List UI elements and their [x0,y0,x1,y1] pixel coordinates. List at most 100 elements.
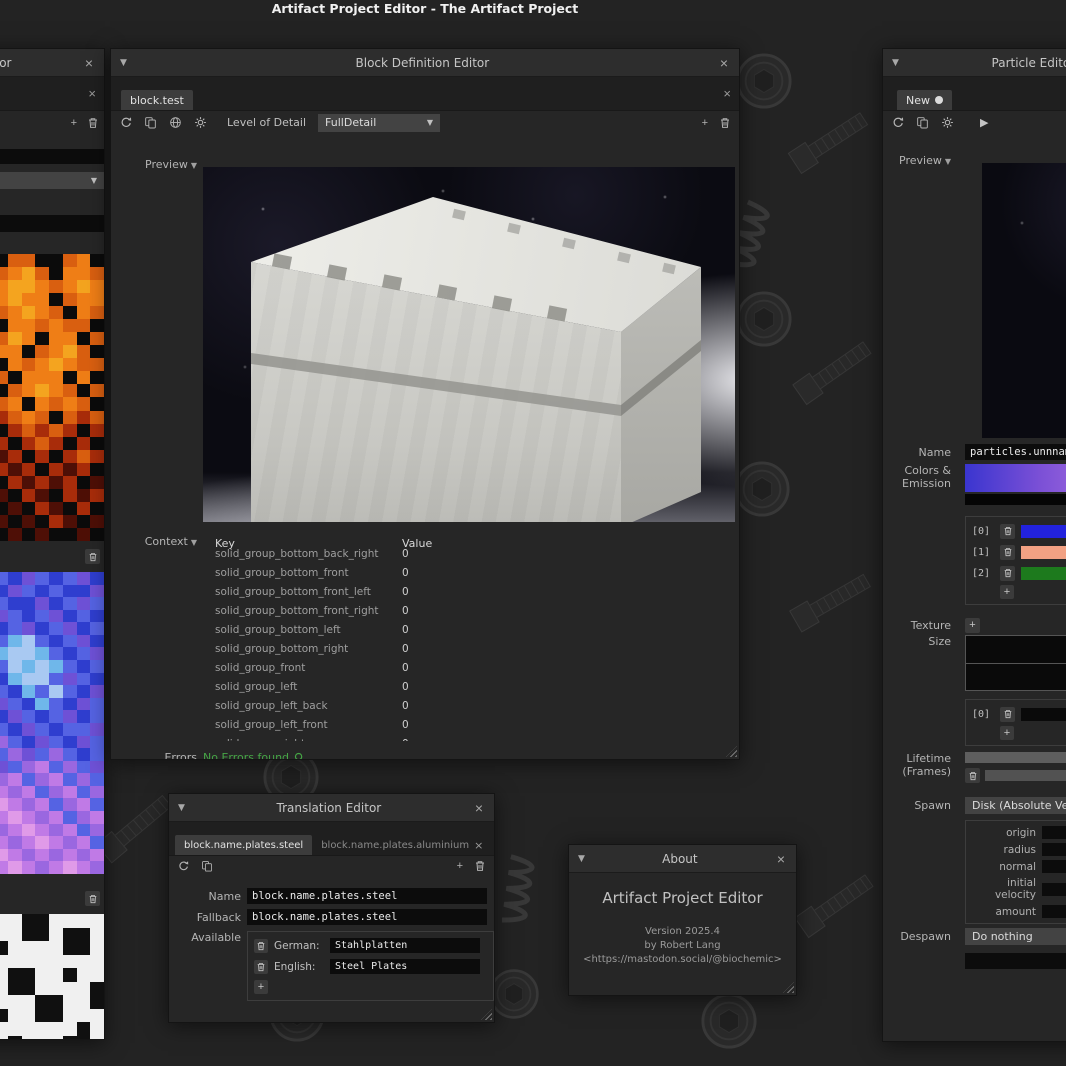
refresh-icon[interactable] [891,116,904,129]
collapse-icon[interactable]: ▼ [578,854,585,864]
delete-lifetime-button[interactable] [965,768,980,783]
add-size-entry-button[interactable]: + [1000,726,1014,740]
texture-path-field[interactable] [0,215,104,232]
add-language-button[interactable]: + [254,980,268,994]
close-icon[interactable]: × [718,56,730,70]
particle-preview-viewport[interactable] [982,163,1066,438]
translation-value-field[interactable]: Stahlplatten [330,938,480,953]
add-icon[interactable]: + [457,860,463,872]
despawn-mode-dropdown[interactable]: Do nothing ▼ [965,928,1066,945]
spawn-field-input[interactable] [1042,843,1066,856]
resize-grip[interactable] [481,1009,492,1020]
collapse-icon[interactable]: ▼ [191,161,197,170]
refresh-icon[interactable] [119,116,132,129]
tab-block-test[interactable]: block.test [121,90,193,110]
spawn-mode-dropdown[interactable]: Disk (Absolute Velocity) ▼ [965,797,1066,814]
spawn-field-input[interactable] [1042,826,1066,839]
lifetime-slider[interactable] [965,752,1066,763]
table-row[interactable]: solid_group_left 0 [203,677,729,696]
close-icon[interactable]: × [83,56,95,70]
spawn-field-row: initial velocity [972,877,1066,901]
table-row[interactable]: solid_group_front 0 [203,658,729,677]
translation-fallback-field[interactable]: block.name.plates.steel [247,909,487,925]
close-tab-icon[interactable]: × [715,86,739,101]
magnifier-icon[interactable] [294,752,305,760]
gear-icon[interactable] [194,116,207,129]
lod-dropdown[interactable]: FullDetail ▼ [318,114,440,132]
window-titlebar[interactable]: ▼ Block Definition Editor × [111,49,739,77]
table-row[interactable]: solid_group_left_front 0 [203,715,729,734]
table-row[interactable]: solid_group_bottom_front_right 0 [203,601,729,620]
translation-name-field[interactable]: block.name.plates.steel [247,888,487,904]
trash-icon[interactable] [474,860,486,872]
tab-plates-aluminium[interactable]: block.name.plates.aluminium × [312,835,492,855]
save-icon[interactable] [201,860,213,872]
resize-grip[interactable] [783,982,794,993]
close-icon[interactable]: × [473,801,485,815]
spawn-field-input[interactable] [1042,883,1066,896]
emission-gradient-bar[interactable] [965,494,1066,505]
texture-thumbnail-fire[interactable] [0,254,104,541]
color-swatch[interactable] [1021,525,1066,538]
texture-thumbnail-noise[interactable] [0,914,104,1040]
screw-icon [700,992,758,1050]
delete-language-button[interactable] [254,939,268,953]
delete-language-button[interactable] [254,960,268,974]
save-icon[interactable] [916,116,929,129]
delete-size-entry-button[interactable] [1000,707,1015,722]
trash-icon[interactable] [719,117,731,129]
table-row[interactable]: solid_group_bottom_front_left 0 [203,582,729,601]
size-curve-grid[interactable] [965,635,1066,691]
about-link[interactable]: <https://mastodon.social/@biochemic> [569,954,796,965]
color-swatch[interactable] [1021,546,1066,559]
color-gradient-bar[interactable] [965,464,1066,492]
delete-texture-button[interactable] [85,891,100,906]
delete-texture-button[interactable] [85,549,100,564]
tab-plates-steel[interactable]: block.name.plates.steel [175,835,312,855]
close-tab-icon[interactable]: × [80,86,104,101]
translation-value-field[interactable]: Steel Plates [330,959,480,974]
texture-name-field[interactable] [0,149,104,164]
window-titlebar[interactable]: ▼ Translation Editor × [169,794,494,822]
collapse-icon[interactable]: ▼ [120,58,127,68]
play-icon[interactable]: ▶ [980,116,988,129]
texture-thumbnail-blue[interactable] [0,572,104,874]
table-row[interactable]: solid_group_right 0 [203,734,729,741]
lifetime-range-bar[interactable] [985,770,1066,781]
window-titlebar[interactable]: ▼ Particle Editor × [883,49,1066,77]
save-icon[interactable] [144,116,157,129]
spawn-field-input[interactable] [1042,905,1066,918]
table-row[interactable]: solid_group_bottom_left 0 [203,620,729,639]
delete-color-button[interactable] [1000,545,1015,560]
spawn-field-input[interactable] [1042,860,1066,873]
table-row[interactable]: solid_group_bottom_front 0 [203,563,729,582]
gear-icon[interactable] [941,116,954,129]
trash-icon[interactable] [87,117,99,129]
size-value-field[interactable] [1021,708,1066,721]
block-preview-viewport[interactable] [203,167,735,522]
collapse-icon[interactable]: ▼ [191,538,197,547]
add-texture-button[interactable]: + [965,618,980,633]
table-row[interactable]: solid_group_bottom_back_right 0 [203,544,729,563]
despawn-parameter-field[interactable] [965,953,1066,969]
refresh-icon[interactable] [177,860,189,872]
collapse-icon[interactable]: ▼ [945,157,951,166]
window-titlebar[interactable]: ▼ Texture Editor × [0,49,104,77]
add-icon[interactable]: + [71,117,77,129]
close-icon[interactable]: × [775,852,787,866]
collapse-icon[interactable]: ▼ [178,803,185,813]
color-swatch[interactable] [1021,567,1066,580]
close-tab-icon[interactable]: × [474,839,483,852]
delete-color-button[interactable] [1000,566,1015,581]
particle-name-field[interactable]: particles.unnnamed [965,444,1066,460]
collapse-icon[interactable]: ▼ [892,58,899,68]
window-titlebar[interactable]: ▼ About × [569,845,796,873]
table-row[interactable]: solid_group_left_back 0 [203,696,729,715]
add-icon[interactable]: + [702,117,708,129]
globe-icon[interactable] [169,116,182,129]
add-color-button[interactable]: + [1000,585,1014,599]
texture-type-dropdown[interactable]: ▼ [0,172,104,189]
table-row[interactable]: solid_group_bottom_right 0 [203,639,729,658]
delete-color-button[interactable] [1000,524,1015,539]
tab-new[interactable]: New [897,90,952,110]
